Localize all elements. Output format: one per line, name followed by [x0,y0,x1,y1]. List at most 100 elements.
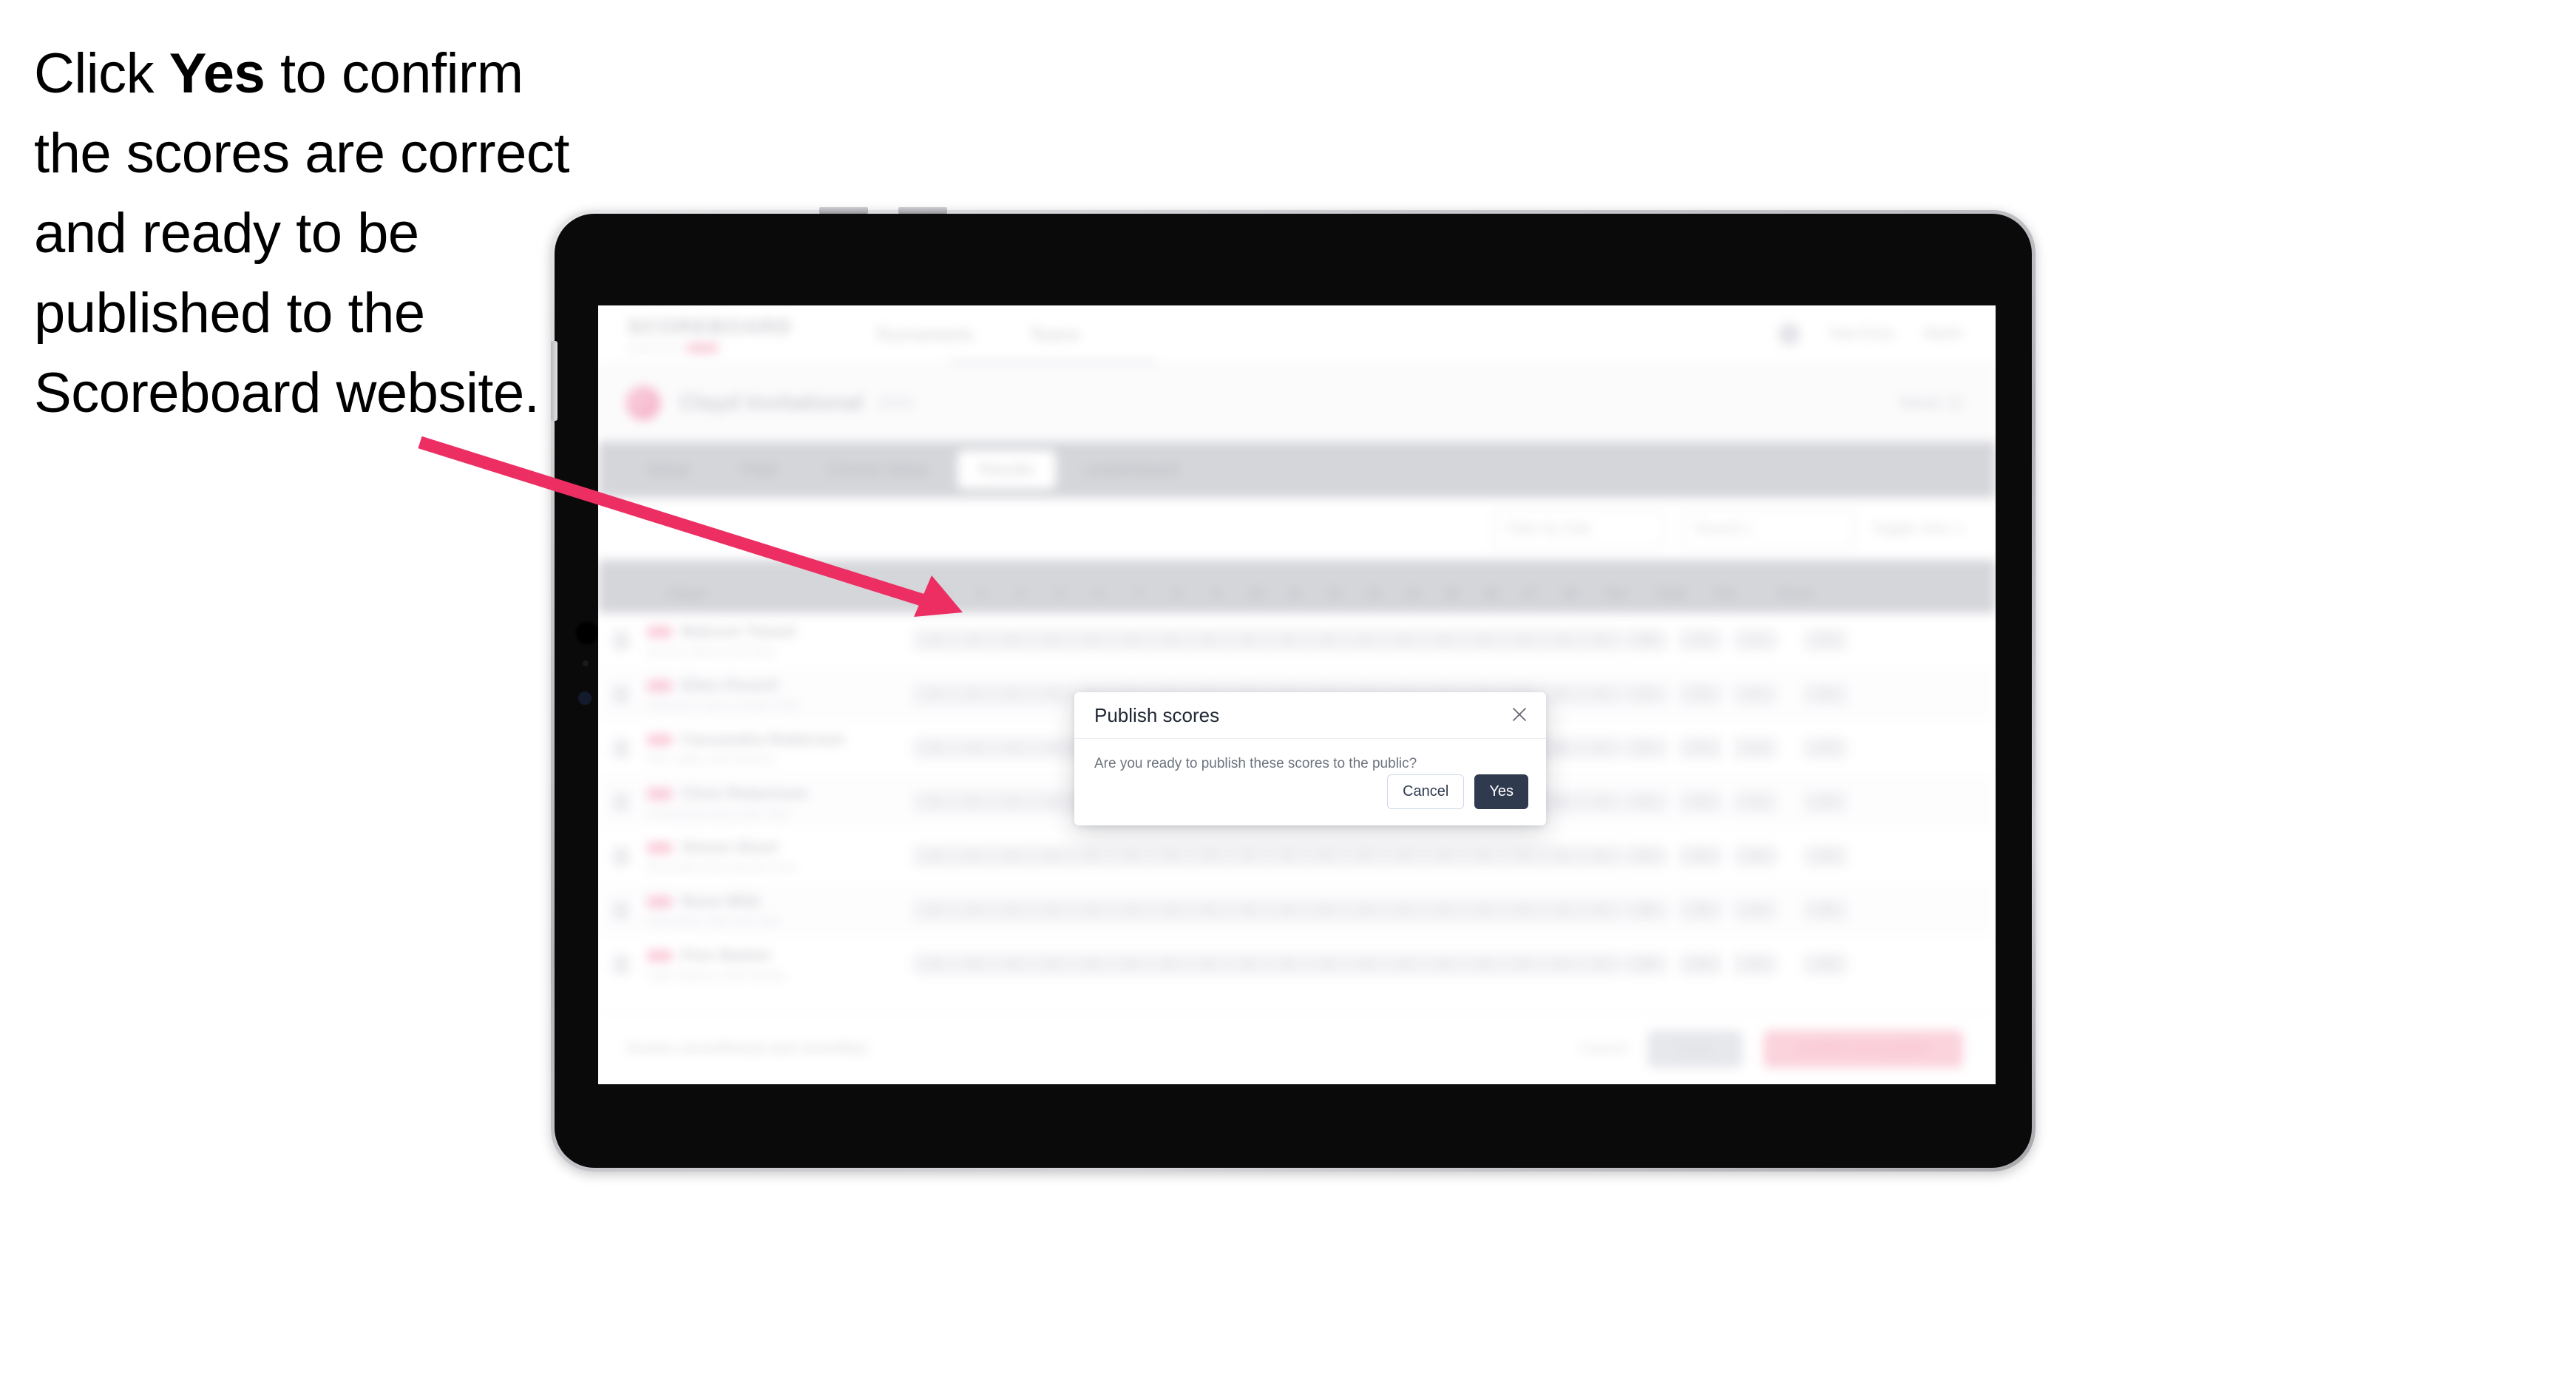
hole-score-cell[interactable]: 5 [1148,953,1191,975]
hole-score-cell[interactable]: 4 [1148,845,1191,867]
hole-score-cell[interactable]: 5 [952,791,995,813]
row-checkbox[interactable] [598,792,644,812]
hole-score-cell[interactable]: 4 [1109,953,1152,975]
hole-score-cell[interactable]: 3 [1462,629,1505,651]
volume-up-button[interactable] [819,207,868,214]
hole-score-cell[interactable]: 4 [1344,899,1387,921]
hole-score-cell[interactable]: 4 [1462,845,1505,867]
hole-score-cell[interactable]: 5 [913,899,956,921]
hole-score-cell[interactable]: 4 [913,683,956,705]
hole-score-cell[interactable]: 4 [1070,629,1113,651]
notification-icon[interactable] [1777,323,1800,345]
row-checkbox[interactable] [598,954,644,974]
tab-field[interactable]: Field [719,450,799,489]
hole-score-cell[interactable]: 4 [1579,899,1622,921]
hole-score-cell[interactable]: 4 [1227,953,1270,975]
account-menu[interactable]: Martin [1924,326,1963,342]
hole-score-cell[interactable]: 4 [1266,629,1309,651]
hole-score-cell[interactable]: 4 [1031,845,1074,867]
hole-score-cell[interactable]: 3 [1305,629,1348,651]
hole-score-cell[interactable]: 5 [1579,953,1622,975]
footer-cancel-link[interactable]: Cancel [1580,1041,1626,1058]
tab-setup[interactable]: Setup [625,450,712,489]
hole-score-cell[interactable]: 4 [913,845,956,867]
hole-score-cell[interactable]: 4 [1109,845,1152,867]
hole-score-cell[interactable]: 5 [1031,953,1074,975]
hole-score-cell[interactable]: 5 [992,629,1034,651]
hole-score-cell[interactable]: 4 [1579,737,1622,759]
hole-score-cell[interactable]: 4 [1383,629,1426,651]
hole-score-cell[interactable]: 5 [1344,845,1387,867]
hole-score-cell[interactable]: 5 [1383,953,1426,975]
hole-score-cell[interactable]: 4 [1462,899,1505,921]
hole-score-cell[interactable]: 5 [992,845,1034,867]
hole-score-cell[interactable]: 4 [1227,629,1270,651]
hole-score-cell[interactable]: 4 [1540,953,1583,975]
hole-score-cell[interactable]: 4 [1266,845,1309,867]
brand-logo[interactable]: SCOREBOARD powered by [628,315,792,354]
table-row[interactable]: Nova Wild Greenfield Hills Golf Club 5 4 4 4 4… [598,883,1996,938]
hole-score-cell[interactable]: 5 [1109,899,1152,921]
row-checkbox[interactable] [598,900,644,920]
toggle-view-link[interactable]: Toggle view ▾ [1871,521,1963,538]
row-checkbox[interactable] [598,684,644,704]
hole-score-cell[interactable]: 5 [1031,683,1074,705]
hole-score-cell[interactable]: 4 [913,953,956,975]
hole-score-cell[interactable]: 4 [1501,953,1544,975]
row-checkbox[interactable] [598,738,644,758]
hole-score-cell[interactable]: 5 [1070,845,1113,867]
cancel-button[interactable]: Cancel [1387,774,1465,809]
hole-score-cell[interactable]: 4 [1383,899,1426,921]
hole-score-cell[interactable]: 4 [992,791,1034,813]
hole-score-cell[interactable]: 4 [1148,899,1191,921]
hole-score-cell[interactable]: 4 [1423,953,1465,975]
hole-score-cell[interactable]: 4 [1148,629,1191,651]
hole-score-cell[interactable]: 4 [992,953,1034,975]
close-icon[interactable] [1506,701,1533,728]
table-row[interactable]: Simon Short Riverside Park Country Club 4 4… [598,829,1996,884]
filter-hole-select[interactable]: Filter by hole [1493,509,1665,549]
hole-score-cell[interactable]: 4 [992,737,1034,759]
hole-score-cell[interactable]: 5 [952,953,995,975]
hole-score-cell[interactable]: 4 [1579,683,1622,705]
hole-score-cell[interactable]: 4 [1423,845,1465,867]
hole-score-cell[interactable]: 4 [1423,899,1465,921]
hole-score-cell[interactable]: 4 [1031,737,1074,759]
hole-score-cell[interactable]: 4 [1383,845,1426,867]
hole-score-cell[interactable]: 4 [1266,899,1309,921]
hole-score-cell[interactable]: 4 [1501,629,1544,651]
hole-score-cell[interactable]: 4 [952,683,995,705]
hole-score-cell[interactable]: 5 [1266,953,1309,975]
hole-score-cell[interactable]: 4 [1070,899,1113,921]
hole-score-cell[interactable]: 3 [1109,629,1152,651]
hole-score-cell[interactable]: 4 [992,899,1034,921]
new-entry-link[interactable]: New Entry [1830,326,1895,342]
hole-score-cell[interactable]: 4 [1579,629,1622,651]
hole-score-cell[interactable]: 4 [1227,845,1270,867]
hole-score-cell[interactable]: 3 [952,629,995,651]
hole-score-cell[interactable]: 4 [1540,899,1583,921]
hole-score-cell[interactable]: 5 [1305,899,1348,921]
hole-score-cell[interactable]: 4 [1344,629,1387,651]
footer-publish-button[interactable]: Confirm and publish [1763,1030,1963,1068]
power-button[interactable] [551,341,557,421]
hole-score-cell[interactable]: 5 [1501,899,1544,921]
hole-score-cell[interactable]: 3 [1031,791,1074,813]
hole-score-cell[interactable]: 4 [992,683,1034,705]
hole-score-cell[interactable]: 4 [1227,899,1270,921]
hole-score-cell[interactable]: 4 [1070,953,1113,975]
hole-score-cell[interactable]: 4 [1305,845,1348,867]
footer-save-button[interactable]: Save [1647,1030,1743,1068]
hole-score-cell[interactable]: 4 [1031,899,1074,921]
yes-button[interactable]: Yes [1474,774,1528,809]
table-row[interactable]: Finn Barker Lake Harbour Golf Society 4 5 4 5… [598,937,1996,992]
hole-score-cell[interactable]: 4 [1031,629,1074,651]
hole-score-cell[interactable]: 5 [1540,845,1583,867]
hole-score-cell[interactable]: 4 [1344,953,1387,975]
hole-score-cell[interactable]: 4 [1187,899,1230,921]
hole-score-cell[interactable]: 3 [1187,845,1230,867]
hole-score-cell[interactable]: 4 [1187,953,1230,975]
hole-score-cell[interactable]: 4 [952,737,995,759]
hole-score-cell[interactable]: 4 [952,845,995,867]
row-checkbox[interactable] [598,846,644,866]
